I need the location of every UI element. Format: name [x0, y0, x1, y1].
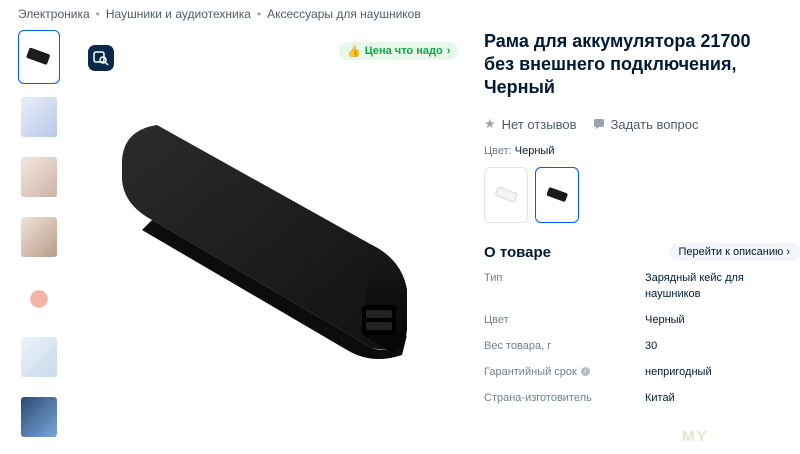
- watermark: MY: [682, 428, 709, 445]
- color-label-value: Черный: [514, 145, 555, 157]
- spec-row: Тип Зарядный кейс для наушников: [484, 265, 800, 307]
- color-swatches: [484, 167, 800, 223]
- thumb-image: [21, 97, 57, 137]
- spec-key: Страна-изготовитель: [484, 392, 592, 404]
- color-label: Цвет: Черный: [484, 145, 800, 157]
- spec-row: Страна-изготовитель Китай: [484, 385, 800, 411]
- goto-description-button[interactable]: Перейти к описанию ›: [669, 243, 800, 261]
- spec-value: Черный: [645, 314, 685, 326]
- breadcrumb-item[interactable]: Наушники и аудиотехника: [106, 7, 251, 21]
- thumb-image: [21, 217, 57, 257]
- specs-table: Тип Зарядный кейс для наушников Цвет Чер…: [484, 265, 800, 411]
- thumbnail-4[interactable]: [18, 210, 60, 264]
- product-info: Рама для аккумулятора 21700 без внешнего…: [484, 30, 800, 411]
- breadcrumb-item[interactable]: Аксессуары для наушников: [267, 7, 421, 21]
- thumb-image: [21, 157, 57, 197]
- spec-key: Вес товара, г: [484, 340, 552, 352]
- chat-icon: [593, 119, 604, 129]
- product-meta: ★ Нет отзывов Задать вопрос: [484, 116, 800, 132]
- thumbnail-6[interactable]: [18, 330, 60, 384]
- thumbnail-5[interactable]: [18, 270, 60, 324]
- color-label-key: Цвет:: [484, 145, 512, 157]
- spec-value: Китай: [645, 392, 675, 404]
- spec-row: Гарантийный срок i непригодный: [484, 359, 800, 385]
- product-main-image[interactable]: [72, 30, 467, 450]
- image-search-button[interactable]: [88, 45, 114, 71]
- thumbnail-list: [18, 30, 62, 450]
- breadcrumb: Электроника • Наушники и аудиотехника • …: [18, 7, 421, 21]
- star-icon: ★: [484, 116, 496, 131]
- spec-row: Цвет Черный: [484, 307, 800, 333]
- ask-question-link[interactable]: Задать вопрос: [593, 116, 699, 132]
- thumbnail-3[interactable]: [18, 150, 60, 204]
- thumb-image: [21, 397, 57, 437]
- swatch-white[interactable]: [484, 167, 528, 223]
- goto-label: Перейти к описанию: [678, 246, 784, 258]
- about-section-header: О товаре Перейти к описанию ›: [484, 243, 800, 261]
- image-search-icon: [93, 51, 109, 66]
- thumb-image: [21, 337, 57, 377]
- thumb-image: [21, 277, 57, 317]
- reviews-label: Нет отзывов: [501, 116, 577, 132]
- product-thumb-icon: [26, 47, 50, 65]
- chevron-right-icon: ›: [446, 45, 451, 57]
- product-title: Рама для аккумулятора 21700 без внешнего…: [484, 31, 751, 97]
- breadcrumb-separator: •: [256, 7, 262, 21]
- about-title: О товаре: [484, 243, 552, 261]
- spec-value: непригодный: [645, 366, 712, 378]
- thumbnail-2[interactable]: [18, 90, 60, 144]
- thumbnail-1[interactable]: [18, 30, 60, 84]
- thumbnail-7[interactable]: [18, 390, 60, 444]
- spec-row: Вес товара, г 30: [484, 333, 800, 359]
- battery-case-image: [122, 125, 407, 359]
- price-badge[interactable]: 👍 Цена что надо ›: [339, 42, 459, 60]
- spec-value: Зарядный кейс для наушников: [645, 272, 744, 300]
- white-case-icon: [495, 186, 518, 203]
- thumbs-up-icon: 👍: [347, 45, 361, 58]
- spec-key: Гарантийный срок i: [484, 364, 645, 380]
- spec-key: Цвет: [484, 314, 509, 326]
- chevron-right-icon: ›: [786, 246, 790, 258]
- ask-label: Задать вопрос: [610, 116, 699, 132]
- spec-key: Тип: [484, 272, 503, 284]
- reviews-link[interactable]: ★ Нет отзывов: [484, 116, 577, 132]
- black-case-icon: [546, 187, 568, 202]
- swatch-black[interactable]: [535, 167, 579, 223]
- badge-label: Цена что надо: [364, 45, 443, 57]
- spec-value: 30: [645, 340, 658, 352]
- info-icon[interactable]: i: [580, 367, 590, 376]
- breadcrumb-separator: •: [95, 7, 100, 21]
- breadcrumb-item[interactable]: Электроника: [18, 7, 90, 21]
- spec-key-label: Гарантийный срок: [484, 366, 577, 378]
